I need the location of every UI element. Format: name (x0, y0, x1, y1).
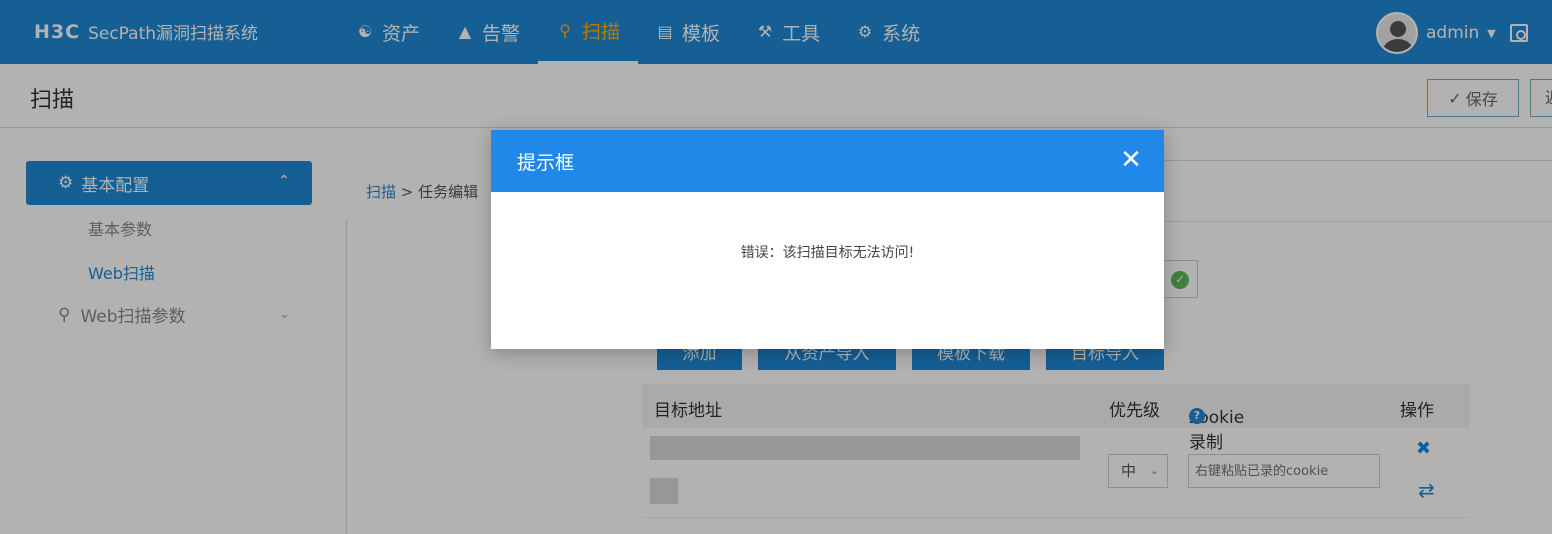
dialog-header: 提示框 ✕ (491, 130, 1164, 192)
alert-dialog: 提示框 ✕ 错误：该扫描目标无法访问! (491, 130, 1164, 349)
close-icon[interactable]: ✕ (1119, 144, 1143, 176)
dialog-title: 提示框 (517, 152, 575, 174)
dialog-message: 错误：该扫描目标无法访问! (740, 245, 915, 261)
